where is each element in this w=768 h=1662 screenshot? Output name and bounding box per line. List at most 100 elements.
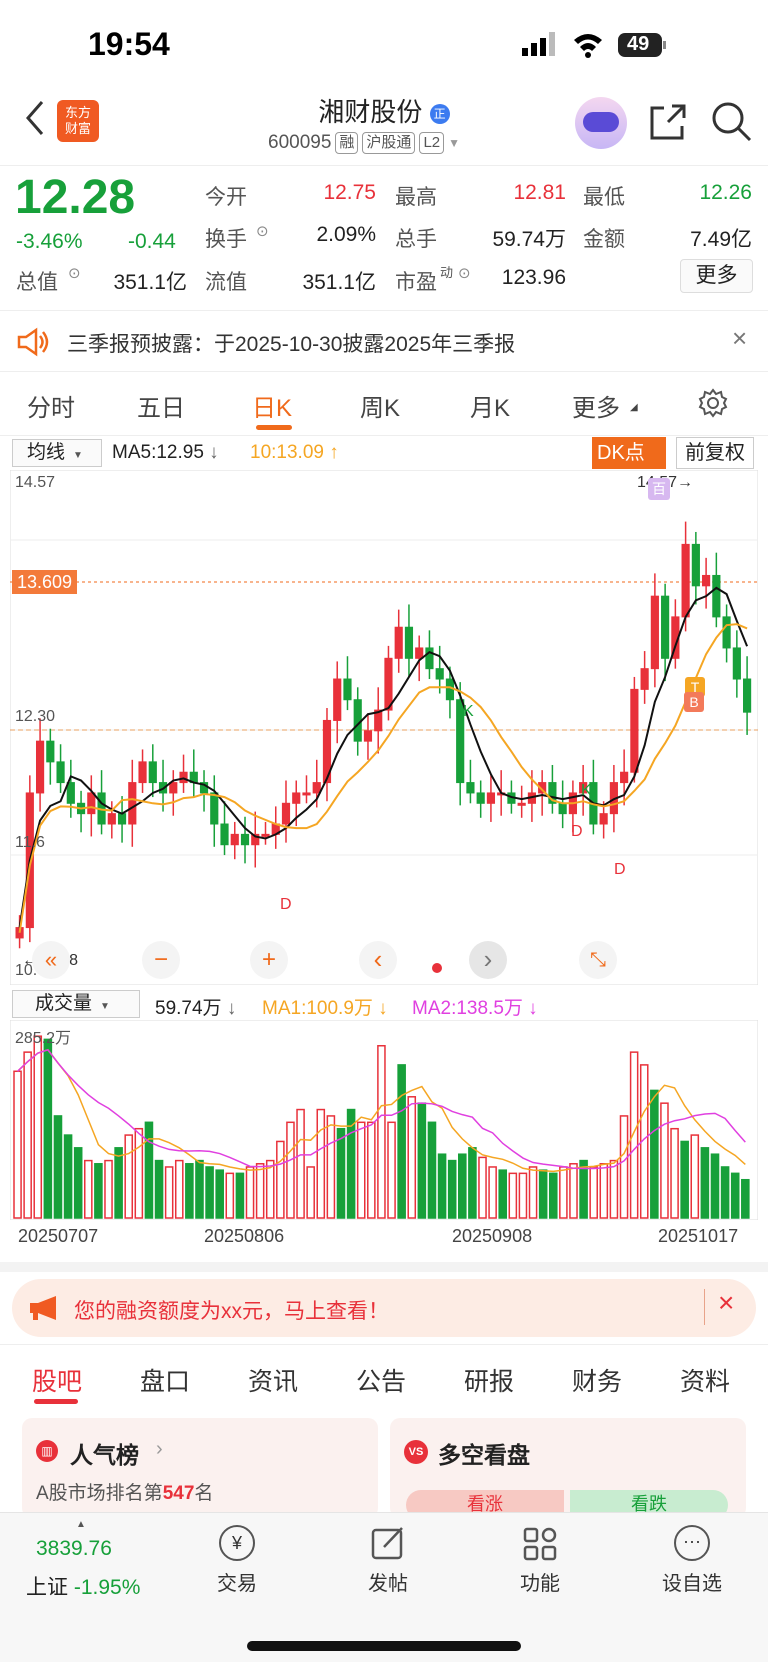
info-icon[interactable]: ⊙ (68, 264, 81, 282)
candle-body (353, 699, 362, 742)
volume-bar (458, 1153, 467, 1219)
candle-body (681, 543, 690, 618)
volume-bar (629, 1051, 639, 1219)
fullscreen-button[interactable]: ⤡ (579, 941, 617, 979)
gear-icon[interactable] (698, 388, 728, 418)
zoom-in-button[interactable]: + (250, 941, 288, 979)
candle-body (117, 813, 127, 825)
candle-body (661, 595, 670, 659)
tab-add-watchlist[interactable]: ··· 设自选 (642, 1525, 742, 1596)
financing-promo[interactable]: 您的融资额度为xx元，马上查看！ × (12, 1279, 756, 1337)
tab-profile[interactable]: 资料 (680, 1362, 730, 1398)
volume-bar (660, 1102, 669, 1219)
tab-news[interactable]: 资讯 (248, 1362, 298, 1398)
volume-bar (518, 1172, 528, 1219)
index-row[interactable]: 上证 -1.95% (26, 1571, 140, 1601)
candle-body (343, 678, 352, 701)
candle-body (486, 792, 496, 804)
volume-bar (235, 1172, 245, 1219)
scroll-right-button[interactable]: › (469, 941, 507, 979)
long-short-card[interactable]: VS 多空看盘 看涨 看跌 (390, 1418, 746, 1520)
signal-letter: D (571, 823, 583, 840)
x-date-label: 20250707 (18, 1226, 99, 1246)
search-icon[interactable] (710, 100, 754, 144)
tab-financials[interactable]: 财务 (572, 1362, 622, 1398)
volume-bar (174, 1159, 184, 1219)
candle-body (650, 595, 659, 670)
candle-body (261, 833, 270, 837)
tab-functions[interactable]: 功能 (490, 1525, 590, 1596)
chevron-down-icon[interactable]: ▼ (448, 136, 460, 150)
dk-point-button[interactable]: DK点 (592, 437, 666, 469)
volume-bar (508, 1172, 518, 1219)
ma-selector[interactable]: 均线 ▼ (12, 439, 102, 467)
more-button[interactable]: 更多 (680, 259, 753, 293)
index-change: -1.95% (73, 1576, 141, 1599)
volume-bar (53, 1115, 63, 1219)
volume-bar (205, 1166, 214, 1219)
volume-ma1: MA1:100.9万 ↓ (262, 998, 388, 1019)
candlestick-chart[interactable] (10, 470, 758, 985)
candle-body (148, 761, 157, 784)
info-icon[interactable]: ⊙ (458, 264, 471, 282)
notice-bar[interactable]: 三季报预披露：于2025-10-30披露2025年三季报 × (0, 310, 768, 372)
volume-bar (33, 1035, 43, 1219)
close-icon[interactable]: × (718, 1287, 734, 1319)
stock-title: 湘财股份 (318, 97, 423, 127)
volume-bar (104, 1159, 113, 1219)
volume-chart[interactable] (10, 1020, 758, 1220)
restore-rights-button[interactable]: 前复权 (676, 437, 754, 469)
tab-daily-k[interactable]: 日K (252, 388, 292, 423)
promo-text: 您的融资额度为xx元，马上查看！ (74, 1300, 389, 1323)
candle-body (281, 802, 291, 825)
candle-body (240, 833, 250, 846)
tab-orderbook[interactable]: 盘口 (140, 1362, 190, 1398)
tab-five-day[interactable]: 五日 (137, 388, 185, 423)
popularity-title: 人气榜 (70, 1442, 139, 1468)
divider (0, 435, 768, 436)
volume-bar (94, 1163, 103, 1219)
volume-selector-label: 成交量 (35, 993, 93, 1014)
popularity-card[interactable]: ▥ 人气榜 › A股市场排名第547名 (22, 1418, 378, 1518)
volume-bar (245, 1166, 255, 1219)
scroll-left-button[interactable]: ‹ (359, 941, 397, 979)
stock-code-row: 600095 融 沪股通 L2 ▼ (268, 132, 460, 154)
zoom-out-button[interactable]: − (142, 941, 180, 979)
volume-bar (528, 1166, 538, 1219)
assistant-robot-icon[interactable] (575, 97, 627, 149)
index-value[interactable]: 3839.76 (36, 1537, 112, 1561)
candle-body (466, 782, 475, 794)
volume-selector[interactable]: 成交量 ▼ (12, 990, 140, 1018)
volume-bar (427, 1121, 437, 1219)
rewind-button[interactable]: « (32, 941, 70, 979)
close-icon[interactable]: × (732, 323, 747, 354)
volume-bar (367, 1121, 376, 1219)
y-label-top: 14.57 (15, 474, 56, 491)
volume-bar (397, 1064, 406, 1219)
volume-bar (225, 1172, 235, 1219)
info-icon[interactable]: ⊙ (256, 222, 269, 240)
tab-trade[interactable]: ¥ 交易 (187, 1525, 287, 1596)
volume-bar (63, 1134, 73, 1219)
volume-bar (134, 1127, 144, 1219)
tab-forum[interactable]: 股吧 (32, 1362, 82, 1398)
signal-letter: K (581, 782, 592, 799)
candle-body (312, 782, 321, 794)
tab-more[interactable]: 更多 (572, 388, 620, 423)
volume-bar (548, 1172, 558, 1219)
signal-letter: K (463, 703, 474, 720)
tab-post[interactable]: 发帖 (338, 1525, 438, 1596)
tab-research[interactable]: 研报 (464, 1362, 514, 1398)
tab-monthly-k[interactable]: 月K (470, 388, 510, 423)
candle-body (404, 626, 414, 659)
high-value: 12.81 (513, 181, 566, 204)
chevron-right-icon: › (156, 1438, 163, 1460)
volume-bar (13, 1070, 22, 1219)
share-icon[interactable] (648, 102, 688, 142)
mktcap-value: 351.1亿 (113, 271, 187, 294)
volume-bar (609, 1159, 619, 1219)
tab-weekly-k[interactable]: 周K (360, 388, 400, 423)
candle-body (712, 574, 721, 618)
tab-announcements[interactable]: 公告 (356, 1362, 406, 1398)
tab-intraday[interactable]: 分时 (27, 388, 75, 423)
